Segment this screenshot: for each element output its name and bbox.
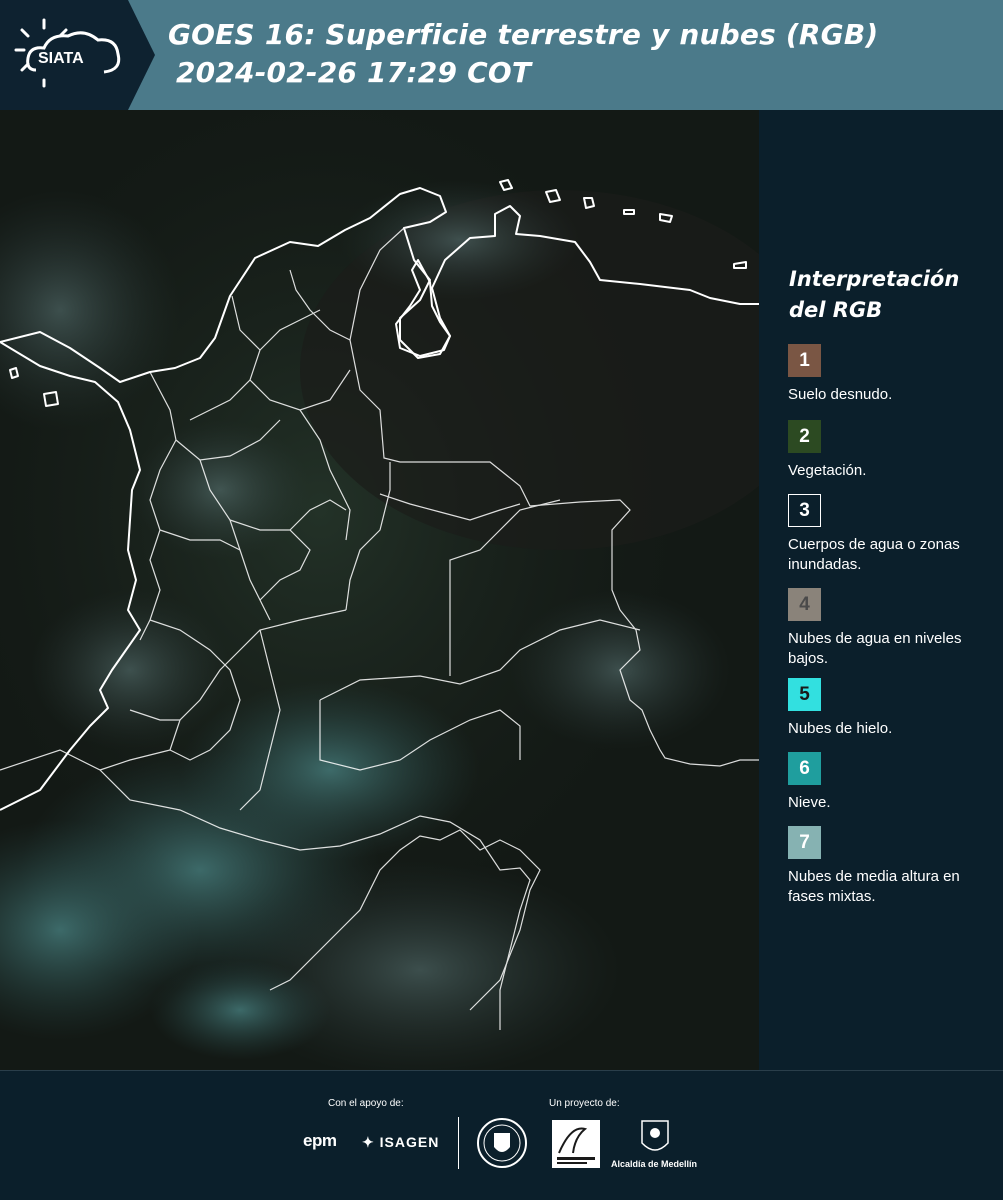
isagen-logo-text: ISAGEN (379, 1134, 440, 1150)
header: SIATA GOES 16: Superficie terrestre y nu… (0, 0, 1003, 110)
legend-swatch-6: 6 (788, 752, 821, 785)
legend-swatch-1: 1 (788, 344, 821, 377)
isagen-star-icon: ✦ (362, 1134, 375, 1150)
legend-label-7: Nubes de media altura en fases mixtas. (788, 868, 960, 905)
epm-logo[interactable]: epm (303, 1131, 337, 1151)
medellin-seal-icon[interactable] (476, 1117, 528, 1169)
legend-label-3: Cuerpos de agua o zonas inundadas. (788, 536, 960, 573)
legend-label-6: Nieve. (788, 794, 831, 811)
title-timestamp: 2024-02-26 17:29 COT (176, 56, 532, 89)
legend-swatch-2: 2 (788, 420, 821, 453)
title-line-1: GOES 16: Superficie terrestre y nubes (R… (168, 18, 879, 51)
legend-panel: Interpretación del RGB 1 Suelo desnudo. … (759, 110, 1003, 1070)
satellite-map[interactable] (0, 110, 759, 1070)
legend-label-4: Nubes de agua en niveles bajos. (788, 630, 962, 667)
legend-swatch-7: 7 (788, 826, 821, 859)
legend-item-3: 3 Cuerpos de agua o zonas inundadas. (788, 494, 998, 575)
alcaldia-shield-icon[interactable] (640, 1119, 670, 1157)
area-metropolitana-logo-icon[interactable] (551, 1119, 603, 1171)
legend-item-2: 2 Vegetación. (788, 420, 998, 481)
legend-item-7: 7 Nubes de media altura en fases mixtas. (788, 826, 998, 907)
page-title: GOES 16: Superficie terrestre y nubes (R… (168, 16, 878, 92)
legend-swatch-3: 3 (788, 494, 821, 527)
legend-item-4: 4 Nubes de agua en niveles bajos. (788, 588, 998, 669)
legend-swatch-4: 4 (788, 588, 821, 621)
isagen-logo[interactable]: ✦ ISAGEN (362, 1134, 439, 1151)
support-label: Con el apoyo de: (328, 1098, 404, 1109)
legend-item-5: 5 Nubes de hielo. (788, 678, 998, 739)
legend-item-6: 6 Nieve. (788, 752, 998, 813)
legend-swatch-5: 5 (788, 678, 821, 711)
footer-divider (458, 1117, 459, 1169)
alcaldia-name: Alcaldía de Medellín (611, 1159, 698, 1169)
legend-label-5: Nubes de hielo. (788, 720, 893, 737)
footer: Con el apoyo de: Un proyecto de: epm ✦ I… (0, 1070, 1003, 1200)
project-label: Un proyecto de: (549, 1098, 620, 1109)
siata-logo[interactable]: SIATA (0, 0, 155, 110)
legend-item-1: 1 Suelo desnudo. (788, 344, 998, 405)
legend-label-2: Vegetación. (788, 462, 867, 479)
legend-label-1: Suelo desnudo. (788, 386, 893, 403)
legend-title: Interpretación del RGB (789, 267, 960, 322)
siata-logo-text: SIATA (38, 50, 84, 67)
